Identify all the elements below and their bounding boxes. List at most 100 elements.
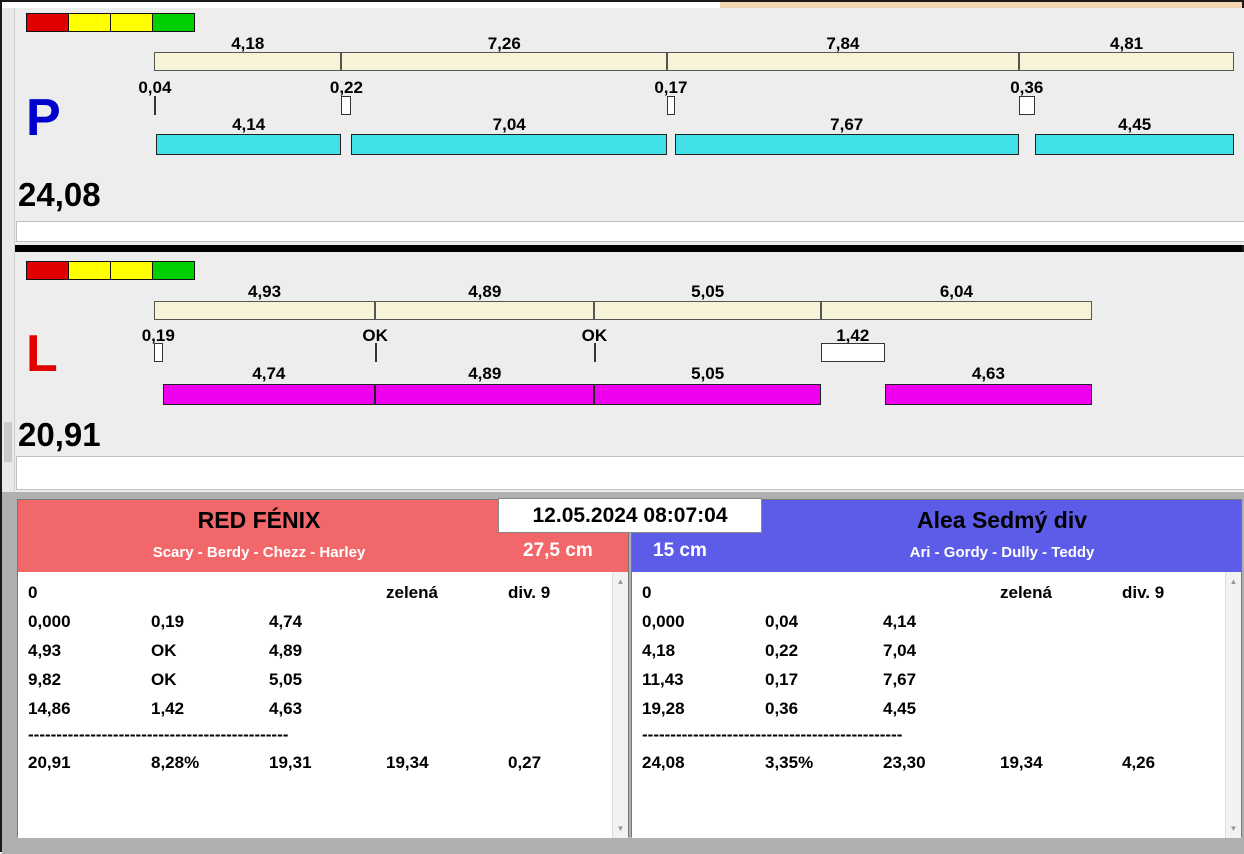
- exchange-box: [1018, 96, 1035, 115]
- run-time-label: 7,04: [492, 115, 526, 134]
- team-table: 0 zelená div. 9 0,000 0,19 4,74 4,93 OK 4,89 9,82…: [18, 572, 628, 838]
- table-cell: 7,04: [883, 640, 917, 660]
- scroll-up-arrow[interactable]: ▲: [1226, 574, 1241, 589]
- left-scrollbar-thumb[interactable]: [4, 422, 12, 462]
- scroll-down-arrow[interactable]: ▼: [613, 821, 628, 836]
- table-cell: 0,04: [765, 611, 799, 631]
- team-category: 15 cm: [653, 540, 707, 561]
- plan-bar-segment: [154, 301, 376, 320]
- team-members: Ari - Gordy - Dully - Teddy: [909, 544, 1095, 561]
- lane-divider: [2, 245, 1242, 252]
- table-cell: 19,28: [642, 698, 685, 718]
- exchange-time-label: OK: [581, 326, 608, 345]
- table-cell: zelená: [1000, 582, 1052, 602]
- exchange-box: [667, 96, 675, 115]
- row-divider: ----------------------------------------…: [642, 725, 903, 744]
- table-cell: 4,89: [269, 640, 303, 660]
- table-cell: 0,000: [642, 611, 685, 631]
- result-rows: 0 zelená div. 9 0,000 0,04 4,14 4,18 0,22 7,04 11…: [632, 572, 1241, 778]
- plan-split-label: 5,05: [691, 282, 725, 301]
- results-section: 12.05.2024 08:07:04 RED FÉNIX Scary - Be…: [2, 492, 1244, 854]
- table-cell: 19,34: [386, 752, 429, 772]
- table-cell: 11,43: [642, 669, 684, 689]
- team-members: Scary - Berdy - Chezz - Harley: [152, 544, 366, 561]
- table-cell: 24,08: [642, 752, 685, 772]
- run-time-label: 4,74: [252, 364, 286, 383]
- table-cell: 4,63: [269, 698, 303, 718]
- table-row: 11,43 0,17 7,67: [632, 665, 1241, 694]
- plan-bar-segment: [820, 301, 1092, 320]
- scroll-up-arrow[interactable]: ▲: [613, 574, 628, 589]
- exchange-box: [154, 343, 163, 362]
- run-time-label: 5,05: [691, 364, 725, 383]
- app-window: P 4,18 0,04 4,14 7,26 0,22 7,04 7,84 0,17 7,67 4,…: [0, 0, 1244, 854]
- table-scrollbar[interactable]: ▲ ▼: [1225, 572, 1241, 838]
- table-row: 24,08 3,35% 23,30 19,34 4,26: [632, 747, 1241, 778]
- plan-split-label: 7,84: [826, 34, 860, 53]
- table-cell: 4,45: [883, 698, 917, 718]
- table-cell: div. 9: [1122, 582, 1165, 602]
- scroll-down-arrow[interactable]: ▼: [1226, 821, 1241, 836]
- table-cell: 9,82: [28, 669, 62, 689]
- table-cell: 0,27: [508, 752, 542, 772]
- table-row: 19,28 0,36 4,45: [632, 694, 1241, 723]
- table-cell: 20,91: [28, 752, 71, 772]
- table-row: 9,82 OK 5,05: [18, 665, 628, 694]
- plan-split-label: 6,04: [939, 282, 973, 301]
- run-bar-segment: [1034, 134, 1235, 155]
- table-row: 4,93 OK 4,89: [18, 636, 628, 665]
- table-cell: 23,30: [883, 752, 926, 772]
- table-cell: 0: [28, 582, 38, 602]
- lane-l: L 4,93 0,19 4,74 4,89 OK 4,89 5,05 OK 5,05 6,04 1,…: [2, 252, 1244, 492]
- exchange-time-label: 0,19: [141, 326, 175, 345]
- table-cell: OK: [151, 640, 177, 660]
- run-bar-segment: [155, 134, 342, 155]
- status-field: [16, 456, 1244, 490]
- table-cell: 0: [642, 582, 652, 602]
- exchange-box: [594, 343, 597, 362]
- run-bar-segment: [375, 384, 595, 405]
- table-cell: 4,74: [269, 611, 303, 631]
- team-panel-left: RED FÉNIX Scary - Berdy - Chezz - Harley…: [17, 499, 629, 838]
- team-name: Alea Sedmý div: [916, 507, 1088, 533]
- table-scrollbar[interactable]: ▲ ▼: [612, 572, 628, 838]
- table-cell: 4,26: [1122, 752, 1156, 772]
- lane-total: 20,91: [18, 416, 101, 453]
- plan-bar-segment: [341, 52, 668, 71]
- table-cell: 1,42: [151, 698, 185, 718]
- table-cell: 0,000: [28, 611, 71, 631]
- run-bar-segment: [162, 384, 376, 405]
- run-bar-segment: [884, 384, 1093, 405]
- exchange-time-label: 1,42: [836, 326, 870, 345]
- table-cell: 8,28%: [151, 752, 200, 772]
- plan-split-label: 4,93: [248, 282, 282, 301]
- row-divider: ----------------------------------------…: [28, 725, 289, 744]
- table-cell: zelená: [386, 582, 438, 602]
- title-bar-fragment: [720, 2, 1242, 8]
- left-scroll-strip: [2, 8, 15, 492]
- result-rows: 0 zelená div. 9 0,000 0,19 4,74 4,93 OK 4,89 9,82…: [18, 572, 628, 778]
- table-cell: 7,67: [883, 669, 917, 689]
- table-cell: 4,93: [28, 640, 62, 660]
- exchange-box: [341, 96, 352, 115]
- team-name: RED FÉNIX: [197, 507, 321, 533]
- table-cell: div. 9: [508, 582, 551, 602]
- exchange-box: [820, 343, 885, 362]
- lane-p: P 4,18 0,04 4,14 7,26 0,22 7,04 7,84 0,17 7,67 4,…: [2, 8, 1244, 245]
- run-bar-segment: [674, 134, 1019, 155]
- table-cell: 3,35%: [765, 752, 814, 772]
- run-bar-segment: [351, 134, 668, 155]
- table-cell: 0,17: [765, 669, 799, 689]
- table-row: 14,86 1,42 4,63: [18, 694, 628, 723]
- table-cell: 14,86: [28, 698, 71, 718]
- team-panel-right: Alea Sedmý div Ari - Gordy - Dully - Ted…: [631, 499, 1242, 838]
- table-row: 0,000 0,04 4,14: [632, 607, 1241, 636]
- run-time-label: 4,14: [232, 115, 266, 134]
- table-cell: 4,14: [883, 611, 917, 631]
- exchange-box: [154, 96, 156, 115]
- plan-bar-segment: [667, 52, 1019, 71]
- plan-bar-segment: [375, 301, 595, 320]
- run-bar-segment: [594, 384, 821, 405]
- team-table: 0 zelená div. 9 0,000 0,04 4,14 4,18 0,22 7,04 11…: [632, 572, 1241, 838]
- table-cell: OK: [151, 669, 177, 689]
